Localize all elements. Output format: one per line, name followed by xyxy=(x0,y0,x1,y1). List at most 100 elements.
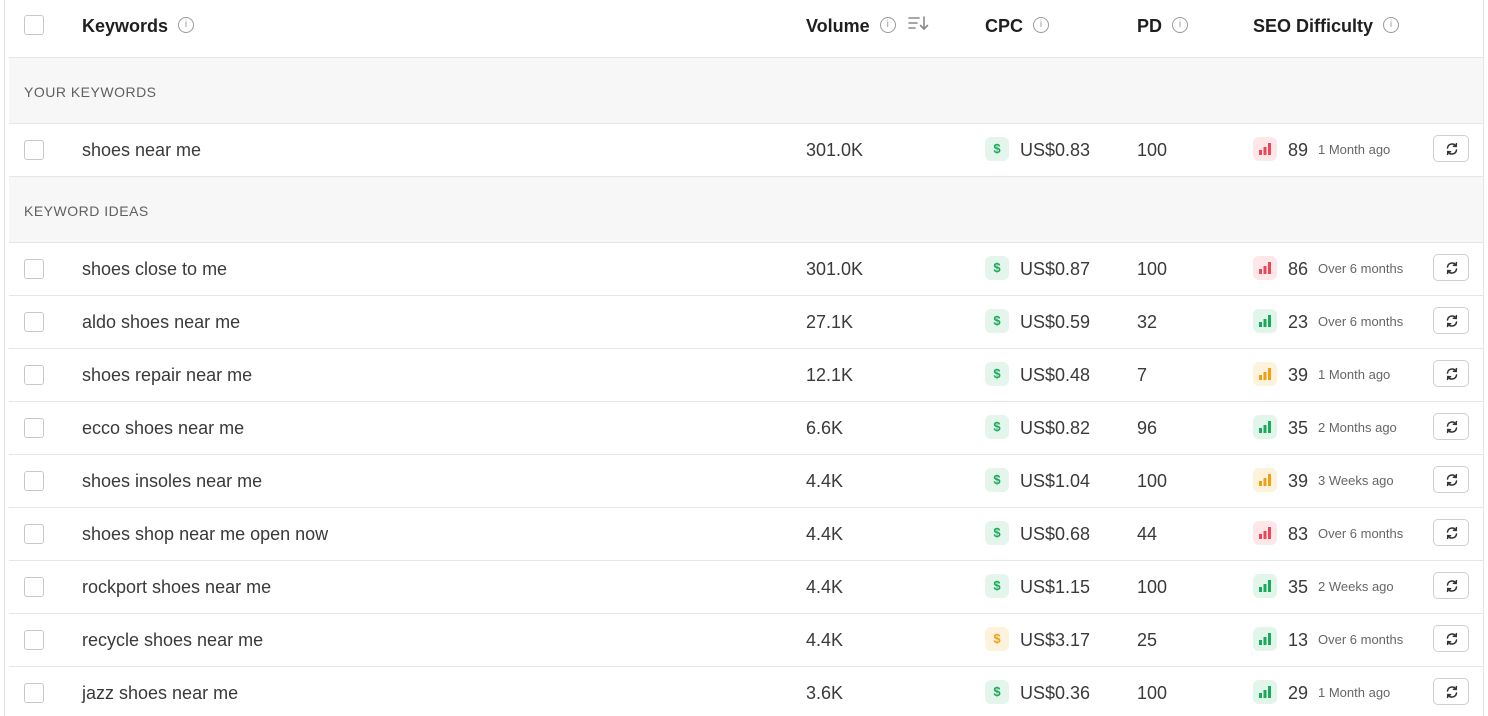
pd-value: 100 xyxy=(1137,683,1168,703)
refresh-button[interactable] xyxy=(1433,519,1469,546)
difficulty-bars-icon xyxy=(1253,521,1277,545)
row-checkbox[interactable] xyxy=(24,577,44,597)
table-row[interactable]: aldo shoes near me 27.1K $ US$0.59 32 23 Over … xyxy=(9,296,1483,349)
your-keywords-section-header: YOUR KEYWORDS xyxy=(9,58,1483,124)
refresh-button[interactable] xyxy=(1433,572,1469,599)
pd-column-header[interactable]: PD i xyxy=(1137,0,1189,52)
volume-value: 4.4K xyxy=(806,471,844,491)
volume-value: 4.4K xyxy=(806,630,844,650)
seo-difficulty-value: 39 xyxy=(1288,471,1309,491)
table-row[interactable]: recycle shoes near me 4.4K $ US$3.17 25 13 Ove… xyxy=(9,614,1483,667)
dollar-icon: $ xyxy=(985,415,1009,439)
refresh-icon xyxy=(1446,579,1458,593)
info-icon[interactable]: i xyxy=(1383,17,1400,34)
seo-difficulty-value: 86 xyxy=(1288,259,1309,279)
keyword-text[interactable]: shoes shop near me open now xyxy=(82,508,328,560)
seo-header-label: SEO Difficulty xyxy=(1253,16,1374,36)
cpc-value: US$0.36 xyxy=(1020,683,1091,703)
row-checkbox[interactable] xyxy=(24,312,44,332)
cpc-value: US$0.48 xyxy=(1020,365,1091,385)
row-checkbox[interactable] xyxy=(24,365,44,385)
table-row[interactable]: ecco shoes near me 6.6K $ US$0.82 96 35 2 Mont… xyxy=(9,402,1483,455)
difficulty-bars-icon xyxy=(1253,574,1277,598)
keyword-text[interactable]: ecco shoes near me xyxy=(82,402,244,454)
refresh-button[interactable] xyxy=(1433,413,1469,440)
last-updated-text: Over 6 months xyxy=(1318,526,1404,541)
seo-difficulty-value: 39 xyxy=(1288,365,1309,385)
volume-value: 301.0K xyxy=(806,140,864,160)
seo-difficulty-value: 89 xyxy=(1288,140,1309,160)
dollar-icon: $ xyxy=(985,574,1009,598)
pd-value: 44 xyxy=(1137,524,1158,544)
cpc-column-header[interactable]: CPC i xyxy=(985,0,1050,52)
keyword-text[interactable]: shoes close to me xyxy=(82,243,227,295)
dollar-icon: $ xyxy=(985,137,1009,161)
sort-descending-icon[interactable] xyxy=(907,0,930,51)
row-checkbox[interactable] xyxy=(24,140,44,160)
row-checkbox[interactable] xyxy=(24,524,44,544)
refresh-button[interactable] xyxy=(1433,360,1469,387)
seo-difficulty-column-header[interactable]: SEO Difficulty i xyxy=(1253,0,1400,52)
keyword-text[interactable]: recycle shoes near me xyxy=(82,614,263,666)
seo-difficulty-value: 35 xyxy=(1288,418,1309,438)
seo-difficulty-value: 29 xyxy=(1288,683,1309,703)
row-checkbox[interactable] xyxy=(24,630,44,650)
cpc-value: US$0.68 xyxy=(1020,524,1091,544)
keyword-text[interactable]: shoes near me xyxy=(82,124,201,176)
refresh-button[interactable] xyxy=(1433,625,1469,652)
difficulty-bars-icon xyxy=(1253,468,1277,492)
refresh-button[interactable] xyxy=(1433,307,1469,334)
refresh-icon xyxy=(1446,261,1458,275)
refresh-icon xyxy=(1446,314,1458,328)
dollar-icon: $ xyxy=(985,521,1009,545)
pd-value: 100 xyxy=(1137,471,1168,491)
table-row[interactable]: shoes insoles near me 4.4K $ US$1.04 100 39 3 … xyxy=(9,455,1483,508)
info-icon[interactable]: i xyxy=(1033,17,1050,34)
cpc-value: US$0.83 xyxy=(1020,140,1091,160)
dollar-icon: $ xyxy=(985,468,1009,492)
last-updated-text: Over 6 months xyxy=(1318,632,1404,647)
pd-value: 32 xyxy=(1137,312,1158,332)
volume-value: 6.6K xyxy=(806,418,844,438)
refresh-button[interactable] xyxy=(1433,254,1469,281)
row-checkbox[interactable] xyxy=(24,259,44,279)
info-icon[interactable]: i xyxy=(178,17,195,34)
table-row[interactable]: rockport shoes near me 4.4K $ US$1.15 100 35 2… xyxy=(9,561,1483,614)
refresh-button[interactable] xyxy=(1433,678,1469,705)
seo-difficulty-value: 35 xyxy=(1288,577,1309,597)
keywords-column-header[interactable]: Keywords i xyxy=(82,0,195,52)
table-row[interactable]: shoes shop near me open now 4.4K $ US$0.68 4… xyxy=(9,508,1483,561)
table-row[interactable]: shoes repair near me 12.1K $ US$0.48 7 39 1 Mo… xyxy=(9,349,1483,402)
table-row[interactable]: shoes near me 301.0K $ US$0.83 100 89 1 Month … xyxy=(9,124,1483,177)
cpc-header-label: CPC xyxy=(985,16,1024,36)
volume-column-header[interactable]: Volume i xyxy=(806,0,930,52)
row-checkbox[interactable] xyxy=(24,683,44,703)
last-updated-text: 2 Weeks ago xyxy=(1318,579,1394,594)
select-all-checkbox[interactable] xyxy=(24,15,44,35)
volume-header-label: Volume xyxy=(806,16,870,36)
info-icon[interactable]: i xyxy=(1172,17,1189,34)
row-checkbox[interactable] xyxy=(24,471,44,491)
cpc-value: US$0.82 xyxy=(1020,418,1091,438)
keyword-text[interactable]: jazz shoes near me xyxy=(82,667,238,716)
keyword-text[interactable]: rockport shoes near me xyxy=(82,561,271,613)
refresh-button[interactable] xyxy=(1433,135,1469,162)
difficulty-bars-icon xyxy=(1253,680,1277,704)
keyword-text[interactable]: aldo shoes near me xyxy=(82,296,240,348)
table-row[interactable]: shoes close to me 301.0K $ US$0.87 100 86 Over… xyxy=(9,243,1483,296)
section-label: KEYWORD IDEAS xyxy=(24,203,149,219)
info-icon[interactable]: i xyxy=(879,17,896,34)
refresh-button[interactable] xyxy=(1433,466,1469,493)
last-updated-text: 3 Weeks ago xyxy=(1318,473,1394,488)
refresh-icon xyxy=(1446,632,1458,646)
seo-difficulty-value: 23 xyxy=(1288,312,1309,332)
refresh-icon xyxy=(1446,142,1458,156)
table-row[interactable]: jazz shoes near me 3.6K $ US$0.36 100 29 1 Mon… xyxy=(9,667,1483,716)
pd-value: 7 xyxy=(1137,365,1148,385)
row-checkbox[interactable] xyxy=(24,418,44,438)
last-updated-text: Over 6 months xyxy=(1318,314,1404,329)
keyword-text[interactable]: shoes insoles near me xyxy=(82,455,262,507)
keyword-text[interactable]: shoes repair near me xyxy=(82,349,252,401)
pd-value: 25 xyxy=(1137,630,1158,650)
last-updated-text: 1 Month ago xyxy=(1318,142,1391,157)
